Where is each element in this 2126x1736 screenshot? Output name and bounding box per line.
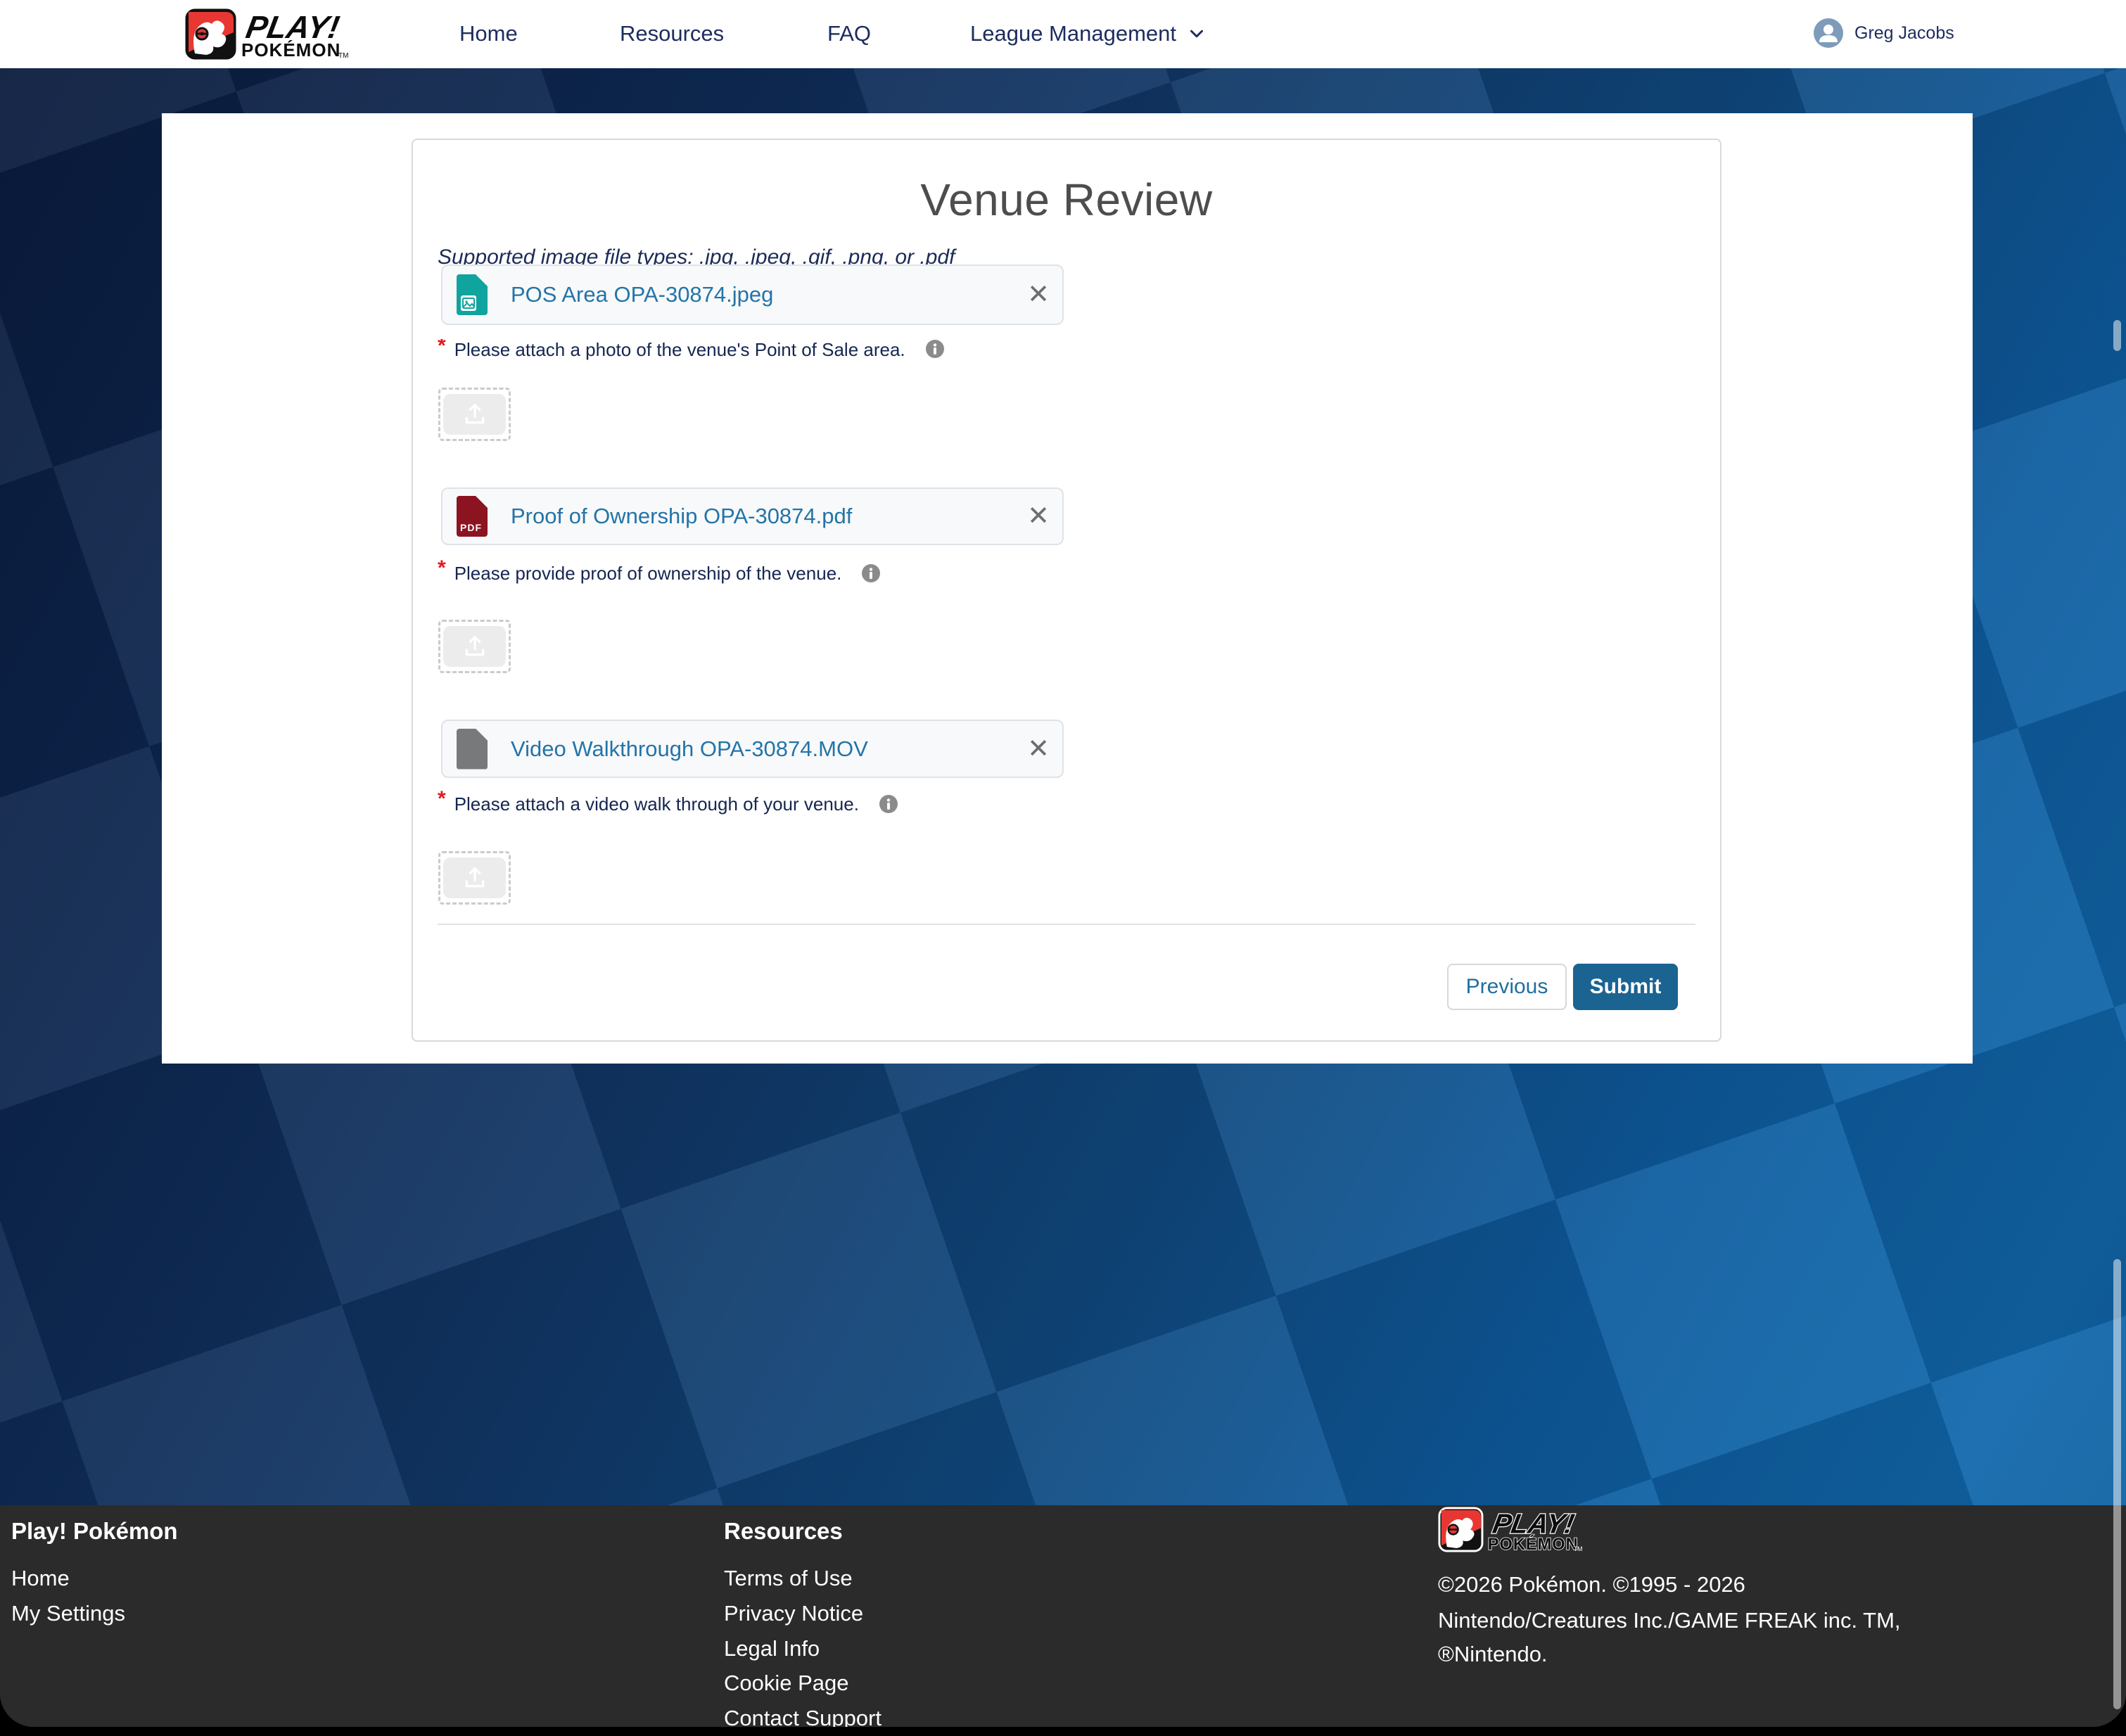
user-menu[interactable]: Greg Jacobs xyxy=(1814,18,1954,48)
chevron-down-icon xyxy=(1186,23,1207,44)
file-fold-corner xyxy=(476,729,488,741)
footer-link-cookie-page[interactable]: Cookie Page xyxy=(724,1671,849,1696)
nav-league-management[interactable]: League Management xyxy=(970,21,1207,46)
upload-dropzone[interactable] xyxy=(438,620,511,673)
picture-glyph xyxy=(461,295,476,311)
helper-text: Please attach a photo of the venue's Poi… xyxy=(454,339,905,361)
footer-link-privacy-notice[interactable]: Privacy Notice xyxy=(724,1601,863,1626)
upload-button xyxy=(443,857,506,898)
footer-link-terms-of-use[interactable]: Terms of Use xyxy=(724,1566,853,1591)
play-pokemon-logo[interactable]: PLAY! POKÉMON TM xyxy=(185,8,396,60)
upload-button xyxy=(443,394,506,435)
scrollbar-thumb-secondary[interactable] xyxy=(2113,320,2121,351)
attached-file-link[interactable]: Video Walkthrough OPA-30874.MOV xyxy=(511,736,868,762)
required-asterisk: * xyxy=(438,556,446,580)
page-footer: Play! Pokémon Home My Settings Resources… xyxy=(0,1505,2126,1727)
copyright-line: Nintendo/Creatures Inc./GAME FREAK inc. … xyxy=(1438,1608,1901,1633)
required-asterisk: * xyxy=(438,339,446,358)
remove-file-button[interactable]: ✕ xyxy=(1027,503,1050,530)
required-asterisk: * xyxy=(438,787,446,811)
pdf-file-icon: PDF xyxy=(457,496,488,537)
attached-file-link[interactable]: Proof of Ownership OPA-30874.pdf xyxy=(511,504,852,529)
footer-link-legal-info[interactable]: Legal Info xyxy=(724,1636,820,1661)
nav-home[interactable]: Home xyxy=(459,21,518,46)
venue-review-card: Venue Review Supported image file types:… xyxy=(412,139,1721,1042)
top-navigation-bar: PLAY! POKÉMON TM Home Resources FAQ Leag… xyxy=(0,0,2126,68)
info-icon[interactable] xyxy=(861,563,881,583)
attached-file-row: PDF Proof of Ownership OPA-30874.pdf ✕ xyxy=(441,487,1064,545)
footer-heading-play-pokemon: Play! Pokémon xyxy=(11,1518,178,1545)
copyright-line: ©2026 Pokémon. ©1995 - 2026 xyxy=(1438,1572,1745,1597)
previous-button[interactable]: Previous xyxy=(1447,964,1567,1010)
upload-icon xyxy=(461,400,489,428)
image-file-icon xyxy=(457,274,488,315)
helper-text: Please attach a video walk through of yo… xyxy=(454,793,859,815)
info-icon[interactable] xyxy=(925,339,945,359)
user-name: Greg Jacobs xyxy=(1854,23,1954,44)
footer-heading-resources: Resources xyxy=(724,1518,843,1545)
footer-link-home[interactable]: Home xyxy=(11,1566,70,1591)
user-avatar-icon xyxy=(1814,18,1843,48)
file-fold-corner xyxy=(476,496,488,508)
pdf-badge: PDF xyxy=(460,522,482,533)
attached-file-row: Video Walkthrough OPA-30874.MOV ✕ xyxy=(441,720,1064,778)
upload-dropzone[interactable] xyxy=(438,851,511,905)
footer-play-pokemon-logo[interactable]: PLAY! POKÉMON TM xyxy=(1438,1507,1646,1553)
svg-text:PLAY!: PLAY! xyxy=(1490,1509,1577,1540)
upload-icon xyxy=(461,864,489,892)
nav-league-management-label: League Management xyxy=(970,21,1176,46)
upload-button xyxy=(443,626,506,667)
upload-helper-text-row: * Please provide proof of ownership of t… xyxy=(438,561,881,585)
play-pokemon-logo-graphic: PLAY! POKÉMON TM xyxy=(185,8,396,60)
upload-dropzone[interactable] xyxy=(438,388,511,441)
upload-helper-text-row: * Please attach a video walk through of … xyxy=(438,792,898,816)
remove-file-button[interactable]: ✕ xyxy=(1027,736,1050,762)
attached-file-row: POS Area OPA-30874.jpeg ✕ xyxy=(441,264,1064,325)
file-fold-corner xyxy=(476,274,488,286)
attached-file-link[interactable]: POS Area OPA-30874.jpeg xyxy=(511,282,773,307)
submit-button[interactable]: Submit xyxy=(1573,964,1678,1010)
generic-file-icon xyxy=(457,729,488,770)
page-title: Venue Review xyxy=(413,174,1720,226)
nav-resources[interactable]: Resources xyxy=(620,21,724,46)
copyright-line: ®Nintendo. xyxy=(1438,1642,1548,1667)
footer-link-my-settings[interactable]: My Settings xyxy=(11,1601,125,1626)
upload-icon xyxy=(461,632,489,660)
footer-link-contact-support[interactable]: Contact Support xyxy=(724,1706,881,1727)
scrollbar-thumb[interactable] xyxy=(2113,1259,2121,1709)
nav-faq[interactable]: FAQ xyxy=(827,21,871,46)
upload-helper-text-row: * Please attach a photo of the venue's P… xyxy=(438,339,945,366)
svg-text:TM: TM xyxy=(338,52,348,60)
svg-text:POKÉMON: POKÉMON xyxy=(241,39,340,60)
svg-text:TM: TM xyxy=(1574,1545,1583,1552)
svg-text:POKÉMON: POKÉMON xyxy=(1488,1534,1579,1553)
info-icon[interactable] xyxy=(879,794,898,814)
helper-text: Please provide proof of ownership of the… xyxy=(454,563,842,585)
app-window: PLAY! POKÉMON TM Home Resources FAQ Leag… xyxy=(0,0,2126,1727)
remove-file-button[interactable]: ✕ xyxy=(1027,281,1050,308)
content-panel: Venue Review Supported image file types:… xyxy=(162,113,1973,1064)
form-footer-divider xyxy=(438,924,1695,925)
